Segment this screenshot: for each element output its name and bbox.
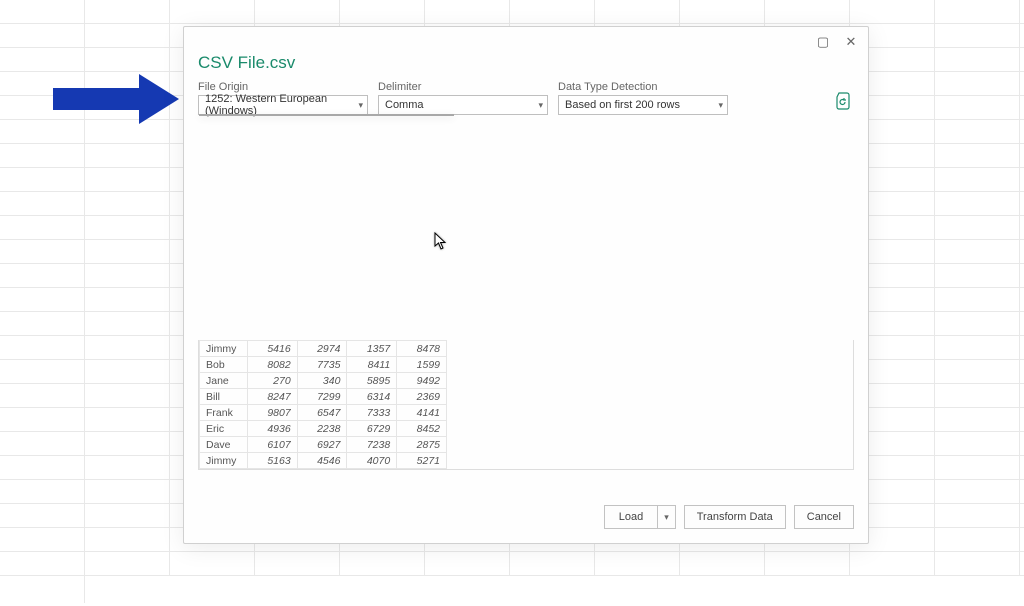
detection-value: Based on first 200 rows (565, 99, 680, 111)
table-cell: 9807 (247, 405, 297, 421)
dialog-footer: Load ▾ Transform Data Cancel (184, 495, 868, 543)
table-cell: 9492 (397, 373, 447, 389)
table-cell: 7299 (297, 389, 347, 405)
table-cell: 7735 (297, 357, 347, 373)
table-row: Jimmy5163454640705271 (200, 453, 447, 469)
table-cell: Frank (200, 405, 248, 421)
table-cell: 8082 (247, 357, 297, 373)
table-cell: 8478 (397, 341, 447, 357)
table-cell: Jane (200, 373, 248, 389)
table-cell: Jimmy (200, 341, 248, 357)
table-cell: 4141 (397, 405, 447, 421)
chevron-down-icon: ▾ (718, 100, 723, 111)
cancel-button-label: Cancel (807, 511, 841, 523)
table-cell: 4546 (297, 453, 347, 469)
table-cell: 2974 (297, 341, 347, 357)
table-cell: 1357 (347, 341, 397, 357)
table-cell: 8452 (397, 421, 447, 437)
table-cell: Eric (200, 421, 248, 437)
chevron-down-icon: ▾ (358, 100, 363, 111)
table-cell: 2875 (397, 437, 447, 453)
table-cell: 5163 (247, 453, 297, 469)
file-origin-select[interactable]: 1252: Western European (Windows) ▾ 57011… (198, 95, 368, 115)
table-cell: 5895 (347, 373, 397, 389)
annotation-arrow (53, 74, 183, 122)
load-button[interactable]: Load ▾ (604, 505, 676, 529)
table-cell: 6107 (247, 437, 297, 453)
table-cell: 340 (297, 373, 347, 389)
table-cell: 4936 (247, 421, 297, 437)
file-origin-dropdown: 57011: ISCII Punjabi57004: ISCII Tamil57… (199, 114, 454, 116)
table-cell: 7238 (347, 437, 397, 453)
table-cell: 270 (247, 373, 297, 389)
table-cell: 4070 (347, 453, 397, 469)
load-button-label: Load (605, 506, 658, 528)
transform-data-button[interactable]: Transform Data (684, 505, 786, 529)
cancel-button[interactable]: Cancel (794, 505, 854, 529)
table-row: Jane27034058959492 (200, 373, 447, 389)
table-cell: 2238 (297, 421, 347, 437)
table-row: Bill8247729963142369 (200, 389, 447, 405)
table-cell: 8411 (347, 357, 397, 373)
table-cell: 5271 (397, 453, 447, 469)
table-row: Dave6107692772382875 (200, 437, 447, 453)
detection-select[interactable]: Based on first 200 rows ▾ (558, 95, 728, 115)
transform-button-label: Transform Data (697, 511, 773, 523)
delimiter-label: Delimiter (378, 81, 548, 93)
table-cell: 1599 (397, 357, 447, 373)
maximize-icon[interactable]: ▢ (814, 33, 832, 51)
dialog-titlebar: ▢ ✕ (184, 27, 868, 51)
csv-import-dialog: ▢ ✕ CSV File.csv File Origin 1252: Weste… (183, 26, 869, 544)
table-cell: 7333 (347, 405, 397, 421)
chevron-down-icon: ▾ (538, 100, 543, 111)
close-icon[interactable]: ✕ (842, 33, 860, 51)
table-row: Eric4936223867298452 (200, 421, 447, 437)
table-row: Bob8082773584111599 (200, 357, 447, 373)
data-preview: Jimmy5416297413578478Bob8082773584111599… (198, 340, 854, 470)
table-cell: 5416 (247, 341, 297, 357)
table-cell: 6729 (347, 421, 397, 437)
table-cell: 6547 (297, 405, 347, 421)
table-row: Frank9807654773334141 (200, 405, 447, 421)
table-cell: 6927 (297, 437, 347, 453)
detection-label: Data Type Detection (558, 81, 728, 93)
table-cell: 2369 (397, 389, 447, 405)
dialog-title: CSV File.csv (184, 51, 868, 81)
delimiter-value: Comma (385, 99, 424, 111)
file-origin-label: File Origin (198, 81, 368, 93)
table-cell: Bill (200, 389, 248, 405)
table-cell: Jimmy (200, 453, 248, 469)
scroll-down-icon[interactable]: ▾ (440, 114, 453, 115)
table-cell: Bob (200, 357, 248, 373)
table-cell: 8247 (247, 389, 297, 405)
refresh-icon[interactable] (836, 92, 854, 115)
load-dropdown-icon[interactable]: ▾ (658, 506, 675, 528)
table-cell: Dave (200, 437, 248, 453)
scroll-up-icon[interactable]: ▴ (440, 115, 453, 116)
table-row: Jimmy5416297413578478 (200, 341, 447, 357)
table-cell: 6314 (347, 389, 397, 405)
delimiter-select[interactable]: Comma ▾ (378, 95, 548, 115)
